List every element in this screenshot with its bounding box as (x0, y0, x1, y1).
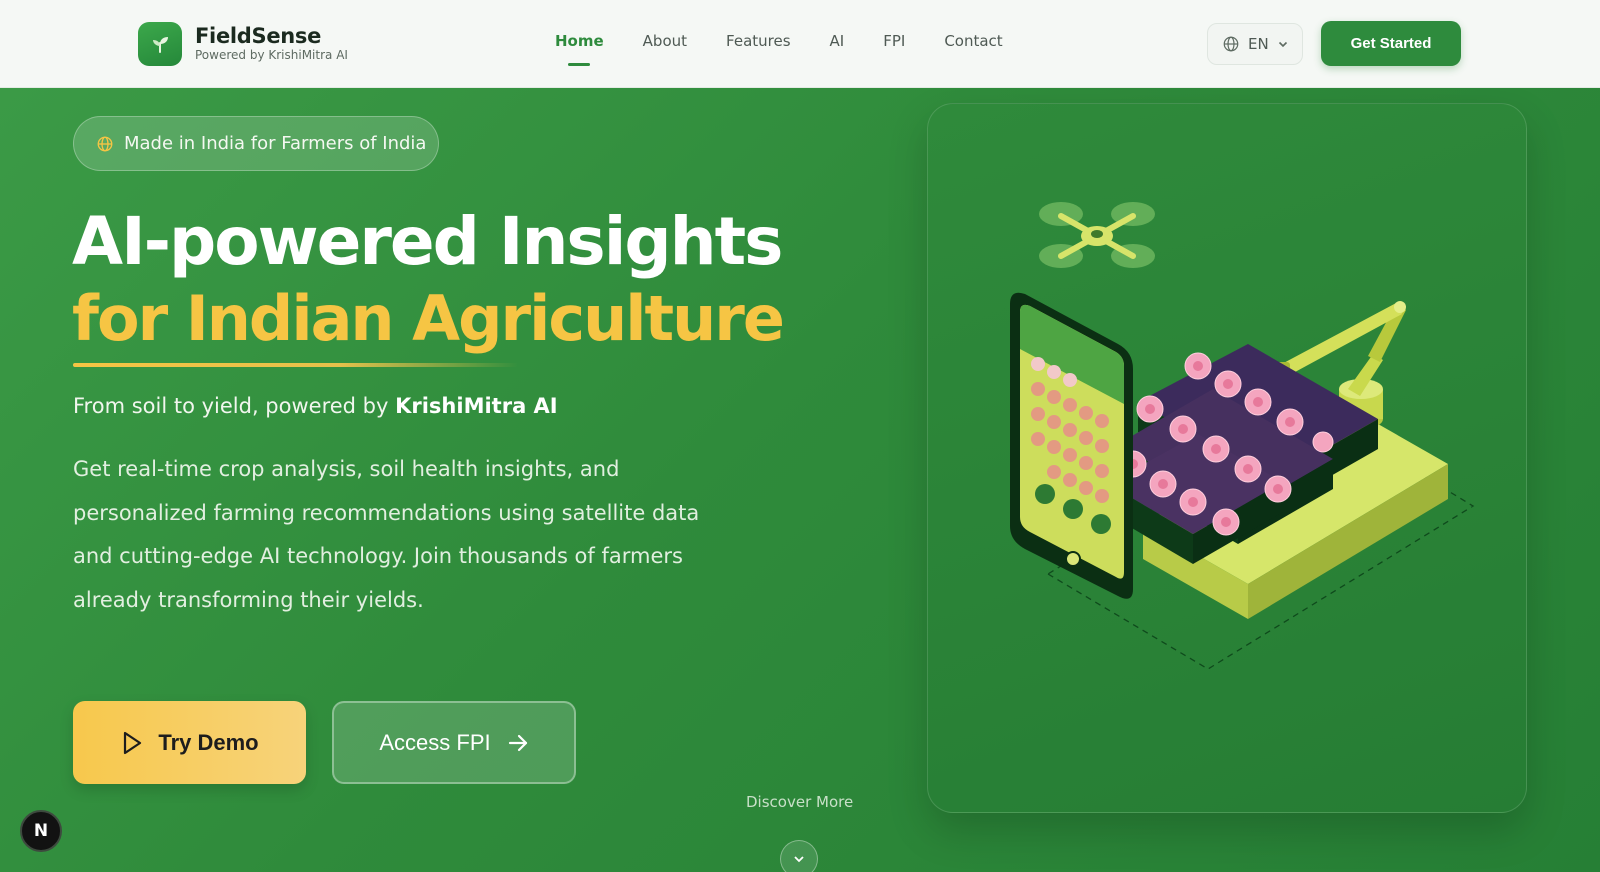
brand-subtitle: Powered by KrishiMitra AI (195, 48, 348, 62)
hero-description: Get real-time crop analysis, soil health… (73, 457, 700, 612)
scroll-down-button[interactable] (780, 840, 818, 872)
language-selector[interactable]: EN (1207, 23, 1303, 65)
headline-line-1: AI-powered Insights (72, 203, 783, 280)
get-started-button[interactable]: Get Started (1321, 21, 1461, 66)
arrow-right-icon (508, 734, 527, 751)
nav-contact[interactable]: Contact (944, 32, 1002, 50)
tagline: From soil to yield, powered by KrishiMit… (73, 394, 558, 418)
try-demo-label: Try Demo (158, 729, 259, 755)
badge-text: Made in India for Farmers of India (124, 133, 427, 154)
play-icon (124, 731, 142, 754)
globe-icon (97, 136, 113, 151)
hero-section: Made in India for Farmers of India AI-po… (0, 88, 1600, 872)
illustration-card (927, 103, 1527, 813)
discover-more-label[interactable]: Discover More (746, 793, 853, 811)
dev-tools-badge[interactable]: N (20, 810, 62, 852)
logo[interactable] (138, 22, 182, 66)
tagline-brand: KrishiMitra AI (395, 394, 558, 418)
smart-farming-illustration (1010, 202, 1475, 670)
nav-ai[interactable]: AI (830, 32, 845, 50)
tagline-prefix: From soil to yield, powered by (73, 394, 396, 418)
smartphone (1010, 292, 1133, 599)
active-nav-indicator (568, 63, 590, 66)
access-fpi-label: Access FPI (379, 729, 491, 755)
headline-line-2: for Indian Agriculture (72, 282, 785, 355)
brand-name[interactable]: FieldSense (195, 24, 321, 48)
nav-about[interactable]: About (643, 32, 687, 50)
headline-underline (73, 363, 518, 367)
nav-home[interactable]: Home (555, 32, 604, 50)
nav-fpi[interactable]: FPI (883, 32, 905, 50)
made-in-india-badge: Made in India for Farmers of India (73, 116, 439, 171)
main-nav: Home About Features AI FPI Contact (555, 32, 1042, 50)
access-fpi-button[interactable]: Access FPI (332, 701, 576, 784)
globe-icon (1223, 36, 1239, 52)
sprout-icon (153, 37, 168, 53)
nav-features[interactable]: Features (726, 32, 791, 50)
site-header: FieldSense Powered by KrishiMitra AI Hom… (0, 0, 1600, 88)
drone (1039, 202, 1155, 268)
language-label: EN (1248, 35, 1269, 53)
chevron-down-icon (794, 856, 804, 863)
chevron-down-icon (1278, 41, 1287, 48)
try-demo-button[interactable]: Try Demo (73, 701, 306, 784)
